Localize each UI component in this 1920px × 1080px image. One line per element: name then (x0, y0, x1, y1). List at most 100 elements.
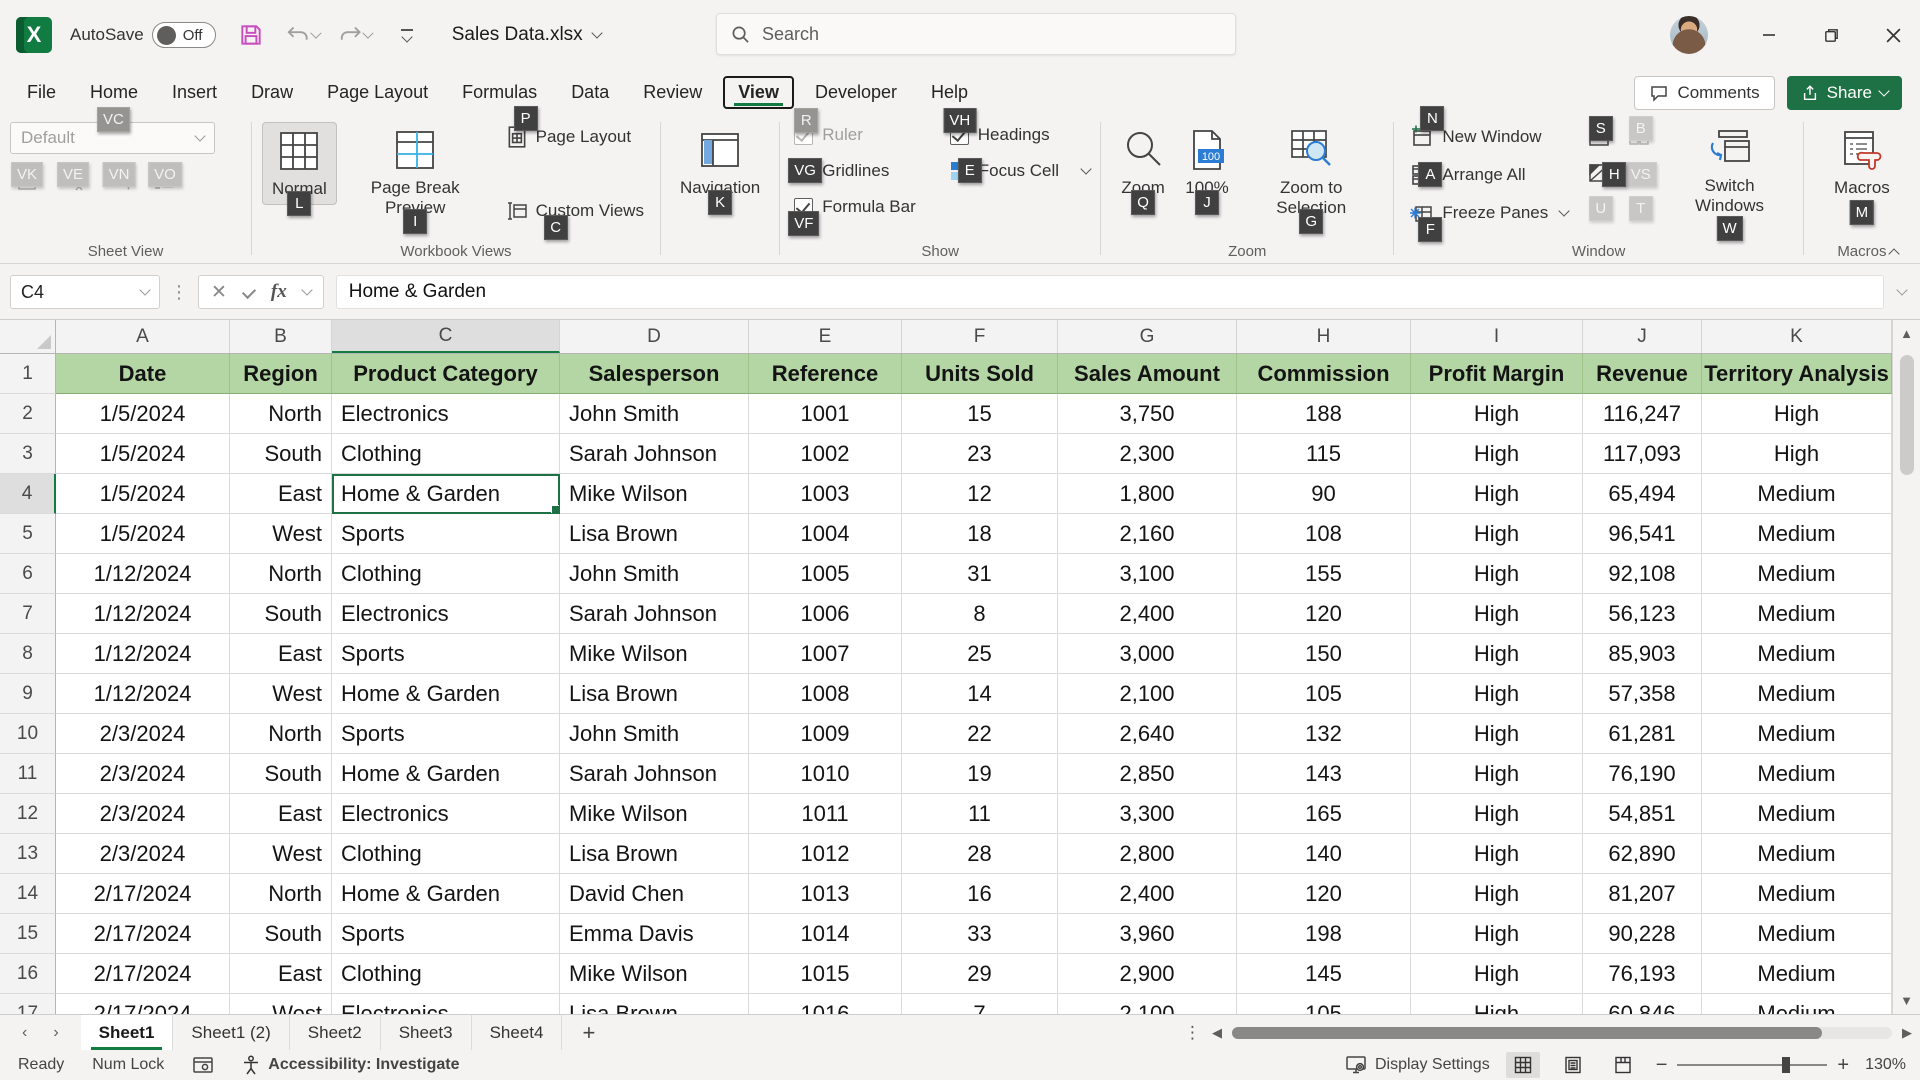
cell-J2[interactable]: 116,247 (1583, 394, 1702, 434)
cell-K12[interactable]: Medium (1702, 794, 1892, 834)
name-box[interactable]: C4 (10, 275, 160, 309)
zoom-100-button[interactable]: 100 100% J (1175, 122, 1239, 203)
row-header-4[interactable]: 4 (0, 474, 56, 514)
cell-H2[interactable]: 188 (1237, 394, 1411, 434)
cell-H4[interactable]: 90 (1237, 474, 1411, 514)
scroll-up-icon[interactable]: ▲ (1900, 320, 1913, 347)
cell-K10[interactable]: Medium (1702, 714, 1892, 754)
cell-C2[interactable]: Electronics (332, 394, 560, 434)
cell-E3[interactable]: 1002 (749, 434, 902, 474)
zoom-level[interactable]: 130% (1865, 1056, 1906, 1074)
cell-G5[interactable]: 2,160 (1058, 514, 1237, 554)
keep-sheet-view-button[interactable]: VK (12, 166, 42, 196)
cell-A10[interactable]: 2/3/2024 (56, 714, 230, 754)
page-break-view-shortcut[interactable] (1606, 1052, 1640, 1078)
cell-A6[interactable]: 1/12/2024 (56, 554, 230, 594)
select-all-corner[interactable] (0, 320, 56, 353)
cell-E17[interactable]: 1016 (749, 994, 902, 1014)
cell-H6[interactable]: 155 (1237, 554, 1411, 594)
save-button[interactable] (234, 18, 268, 52)
cell-J11[interactable]: 76,190 (1583, 754, 1702, 794)
cell-D6[interactable]: John Smith (560, 554, 749, 594)
page-break-preview-button[interactable]: Page Break Preview I (337, 122, 494, 222)
cell-G9[interactable]: 2,100 (1058, 674, 1237, 714)
cell-F14[interactable]: 16 (902, 874, 1058, 914)
cell-K1[interactable]: Territory Analysis (1702, 354, 1892, 394)
cell-A11[interactable]: 2/3/2024 (56, 754, 230, 794)
cell-B11[interactable]: South (230, 754, 332, 794)
cell-C3[interactable]: Clothing (332, 434, 560, 474)
cell-J14[interactable]: 81,207 (1583, 874, 1702, 914)
tab-draw[interactable]: Draw (238, 78, 306, 107)
cell-E5[interactable]: 1004 (749, 514, 902, 554)
cell-H12[interactable]: 165 (1237, 794, 1411, 834)
cell-H3[interactable]: 115 (1237, 434, 1411, 474)
enter-icon[interactable] (242, 285, 256, 299)
formula-input[interactable]: Home & Garden (336, 275, 1884, 309)
autosave-toggle[interactable]: AutoSave Off (70, 22, 216, 48)
cell-F5[interactable]: 18 (902, 514, 1058, 554)
horizontal-scrollbar[interactable] (1232, 1027, 1892, 1039)
cell-C11[interactable]: Home & Garden (332, 754, 560, 794)
macro-record-button[interactable] (192, 1055, 214, 1075)
cell-I11[interactable]: High (1411, 754, 1583, 794)
sheet-tab-sheet3[interactable]: Sheet3 (381, 1015, 472, 1050)
cell-D14[interactable]: David Chen (560, 874, 749, 914)
cancel-icon[interactable]: ✕ (211, 281, 227, 304)
cell-A8[interactable]: 1/12/2024 (56, 634, 230, 674)
custom-views-button[interactable]: Custom Views C (500, 196, 650, 226)
cell-G7[interactable]: 2,400 (1058, 594, 1237, 634)
freeze-panes-button[interactable]: F Freeze Panes (1404, 198, 1574, 228)
exit-sheet-view-button[interactable]: VE (58, 166, 88, 196)
cell-G12[interactable]: 3,300 (1058, 794, 1237, 834)
cell-J12[interactable]: 54,851 (1583, 794, 1702, 834)
column-header-B[interactable]: B (230, 320, 332, 353)
cell-D9[interactable]: Lisa Brown (560, 674, 749, 714)
cell-J16[interactable]: 76,193 (1583, 954, 1702, 994)
cell-G13[interactable]: 2,800 (1058, 834, 1237, 874)
row-header-13[interactable]: 13 (0, 834, 56, 874)
cell-D13[interactable]: Lisa Brown (560, 834, 749, 874)
cell-C1[interactable]: Product Category (332, 354, 560, 394)
normal-view-shortcut[interactable] (1506, 1052, 1540, 1078)
cell-E16[interactable]: 1015 (749, 954, 902, 994)
cell-B6[interactable]: North (230, 554, 332, 594)
cell-B12[interactable]: East (230, 794, 332, 834)
cell-B7[interactable]: South (230, 594, 332, 634)
cell-H17[interactable]: 105 (1237, 994, 1411, 1014)
cell-H16[interactable]: 145 (1237, 954, 1411, 994)
cell-H9[interactable]: 105 (1237, 674, 1411, 714)
cell-B5[interactable]: West (230, 514, 332, 554)
row-header-10[interactable]: 10 (0, 714, 56, 754)
cell-J15[interactable]: 90,228 (1583, 914, 1702, 954)
split-button[interactable]: S (1584, 124, 1614, 150)
cell-J13[interactable]: 62,890 (1583, 834, 1702, 874)
new-sheet-view-button[interactable]: VN (104, 166, 134, 196)
cell-B16[interactable]: East (230, 954, 332, 994)
cell-F2[interactable]: 15 (902, 394, 1058, 434)
cell-J7[interactable]: 56,123 (1583, 594, 1702, 634)
cell-B15[interactable]: South (230, 914, 332, 954)
cell-I16[interactable]: High (1411, 954, 1583, 994)
cell-I15[interactable]: High (1411, 914, 1583, 954)
cell-D10[interactable]: John Smith (560, 714, 749, 754)
cell-F13[interactable]: 28 (902, 834, 1058, 874)
scroll-down-icon[interactable]: ▼ (1900, 987, 1913, 1014)
cell-G15[interactable]: 3,960 (1058, 914, 1237, 954)
sheet-tab-sheet1[interactable]: Sheet1 (81, 1015, 174, 1050)
cell-A4[interactable]: 1/5/2024 (56, 474, 230, 514)
avatar[interactable] (1670, 16, 1708, 54)
cell-G8[interactable]: 3,000 (1058, 634, 1237, 674)
cell-F1[interactable]: Units Sold (902, 354, 1058, 394)
row-header-9[interactable]: 9 (0, 674, 56, 714)
cell-I12[interactable]: High (1411, 794, 1583, 834)
sheet-view-options-button[interactable]: VO (150, 166, 180, 196)
undo-button[interactable] (286, 18, 320, 52)
synchronous-scrolling-button[interactable]: VS (1624, 160, 1654, 186)
cell-B14[interactable]: North (230, 874, 332, 914)
next-sheet-icon[interactable]: › (53, 1024, 58, 1042)
cell-D7[interactable]: Sarah Johnson (560, 594, 749, 634)
zoom-button[interactable]: Zoom Q (1111, 122, 1175, 203)
hide-button[interactable]: H (1584, 160, 1614, 186)
cell-G16[interactable]: 2,900 (1058, 954, 1237, 994)
